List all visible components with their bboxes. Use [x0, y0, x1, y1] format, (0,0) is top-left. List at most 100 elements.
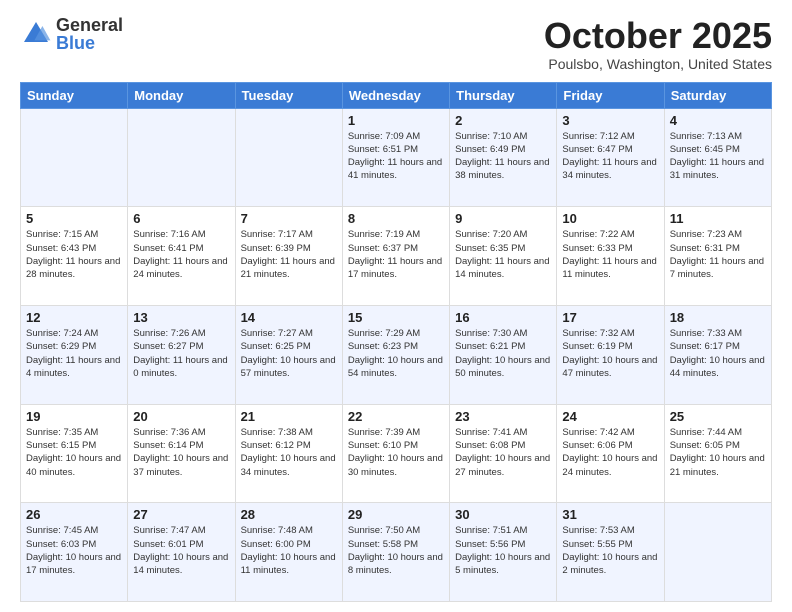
day-number: 5	[26, 211, 122, 226]
day-number: 30	[455, 507, 551, 522]
day-number: 26	[26, 507, 122, 522]
day-info: Sunrise: 7:53 AMSunset: 5:55 PMDaylight:…	[562, 524, 658, 577]
month-title: October 2025	[544, 16, 772, 56]
day-info: Sunrise: 7:44 AMSunset: 6:05 PMDaylight:…	[670, 426, 766, 479]
day-number: 1	[348, 113, 444, 128]
day-number: 3	[562, 113, 658, 128]
day-info: Sunrise: 7:29 AMSunset: 6:23 PMDaylight:…	[348, 327, 444, 380]
col-thursday: Thursday	[450, 82, 557, 108]
day-number: 10	[562, 211, 658, 226]
logo: General Blue	[20, 16, 123, 52]
day-number: 13	[133, 310, 229, 325]
calendar-cell: 28 Sunrise: 7:48 AMSunset: 6:00 PMDayligh…	[235, 503, 342, 602]
location: Poulsbo, Washington, United States	[544, 56, 772, 72]
calendar-cell: 20Sunrise: 7:36 AMSunset: 6:14 PMDayligh…	[128, 404, 235, 503]
day-number: 4	[670, 113, 766, 128]
day-info: Sunrise: 7:38 AMSunset: 6:12 PMDaylight:…	[241, 426, 337, 479]
day-number: 6	[133, 211, 229, 226]
day-info: Sunrise: 7:48 AMSunset: 6:00 PMDaylight:…	[241, 524, 337, 577]
day-number: 28	[241, 507, 337, 522]
day-info: Sunrise: 7:10 AMSunset: 6:49 PMDaylight:…	[455, 130, 551, 183]
day-info: Sunrise: 7:17 AMSunset: 6:39 PMDaylight:…	[241, 228, 337, 281]
day-number: 22	[348, 409, 444, 424]
col-tuesday: Tuesday	[235, 82, 342, 108]
calendar-cell: 17 Sunrise: 7:32 AMSunset: 6:19 PMDayligh…	[557, 305, 664, 404]
calendar-cell: 11 Sunrise: 7:23 AMSunset: 6:31 PMDayligh…	[664, 207, 771, 306]
day-number: 21	[241, 409, 337, 424]
day-info: Sunrise: 7:32 AMSunset: 6:19 PMDaylight:…	[562, 327, 658, 380]
day-number: 17	[562, 310, 658, 325]
calendar-cell: 1Sunrise: 7:09 AMSunset: 6:51 PMDaylight…	[342, 108, 449, 207]
title-block: October 2025 Poulsbo, Washington, United…	[544, 16, 772, 72]
day-info: Sunrise: 7:41 AMSunset: 6:08 PMDaylight:…	[455, 426, 551, 479]
day-info: Sunrise: 7:19 AMSunset: 6:37 PMDaylight:…	[348, 228, 444, 281]
calendar-cell	[21, 108, 128, 207]
calendar-week-1: 5 Sunrise: 7:15 AMSunset: 6:43 PMDaylight…	[21, 207, 772, 306]
day-number: 7	[241, 211, 337, 226]
day-info: Sunrise: 7:30 AMSunset: 6:21 PMDaylight:…	[455, 327, 551, 380]
calendar-cell: 22 Sunrise: 7:39 AMSunset: 6:10 PMDayligh…	[342, 404, 449, 503]
day-info: Sunrise: 7:47 AMSunset: 6:01 PMDaylight:…	[133, 524, 229, 577]
calendar-cell: 29Sunrise: 7:50 AMSunset: 5:58 PMDayligh…	[342, 503, 449, 602]
day-number: 16	[455, 310, 551, 325]
day-info: Sunrise: 7:23 AMSunset: 6:31 PMDaylight:…	[670, 228, 766, 281]
day-info: Sunrise: 7:27 AMSunset: 6:25 PMDaylight:…	[241, 327, 337, 380]
day-info: Sunrise: 7:20 AMSunset: 6:35 PMDaylight:…	[455, 228, 551, 281]
col-saturday: Saturday	[664, 82, 771, 108]
calendar-cell: 5 Sunrise: 7:15 AMSunset: 6:43 PMDaylight…	[21, 207, 128, 306]
day-number: 27	[133, 507, 229, 522]
calendar-cell: 13Sunrise: 7:26 AMSunset: 6:27 PMDayligh…	[128, 305, 235, 404]
calendar-cell: 27 Sunrise: 7:47 AMSunset: 6:01 PMDayligh…	[128, 503, 235, 602]
day-info: Sunrise: 7:15 AMSunset: 6:43 PMDaylight:…	[26, 228, 122, 281]
calendar-week-4: 26 Sunrise: 7:45 AMSunset: 6:03 PMDayligh…	[21, 503, 772, 602]
calendar-header-row: Sunday Monday Tuesday Wednesday Thursday…	[21, 82, 772, 108]
calendar-cell	[664, 503, 771, 602]
day-info: Sunrise: 7:39 AMSunset: 6:10 PMDaylight:…	[348, 426, 444, 479]
day-number: 25	[670, 409, 766, 424]
day-number: 31	[562, 507, 658, 522]
calendar-cell: 23 Sunrise: 7:41 AMSunset: 6:08 PMDayligh…	[450, 404, 557, 503]
calendar-cell	[235, 108, 342, 207]
calendar-cell: 3 Sunrise: 7:12 AMSunset: 6:47 PMDaylight…	[557, 108, 664, 207]
day-info: Sunrise: 7:16 AMSunset: 6:41 PMDaylight:…	[133, 228, 229, 281]
day-info: Sunrise: 7:12 AMSunset: 6:47 PMDaylight:…	[562, 130, 658, 183]
day-info: Sunrise: 7:33 AMSunset: 6:17 PMDaylight:…	[670, 327, 766, 380]
calendar-cell: 10 Sunrise: 7:22 AMSunset: 6:33 PMDayligh…	[557, 207, 664, 306]
calendar-cell: 4 Sunrise: 7:13 AMSunset: 6:45 PMDaylight…	[664, 108, 771, 207]
day-info: Sunrise: 7:36 AMSunset: 6:14 PMDaylight:…	[133, 426, 229, 479]
calendar-cell: 15 Sunrise: 7:29 AMSunset: 6:23 PMDayligh…	[342, 305, 449, 404]
day-number: 24	[562, 409, 658, 424]
day-number: 19	[26, 409, 122, 424]
day-info: Sunrise: 7:13 AMSunset: 6:45 PMDaylight:…	[670, 130, 766, 183]
logo-general: General	[56, 16, 123, 34]
day-info: Sunrise: 7:51 AMSunset: 5:56 PMDaylight:…	[455, 524, 551, 577]
day-number: 2	[455, 113, 551, 128]
logo-text: General Blue	[56, 16, 123, 52]
day-number: 9	[455, 211, 551, 226]
calendar-cell: 30 Sunrise: 7:51 AMSunset: 5:56 PMDayligh…	[450, 503, 557, 602]
calendar-cell: 25 Sunrise: 7:44 AMSunset: 6:05 PMDayligh…	[664, 404, 771, 503]
calendar-cell: 19 Sunrise: 7:35 AMSunset: 6:15 PMDayligh…	[21, 404, 128, 503]
col-friday: Friday	[557, 82, 664, 108]
day-number: 18	[670, 310, 766, 325]
day-number: 29	[348, 507, 444, 522]
calendar-cell: 12Sunrise: 7:24 AMSunset: 6:29 PMDayligh…	[21, 305, 128, 404]
calendar-cell: 31 Sunrise: 7:53 AMSunset: 5:55 PMDayligh…	[557, 503, 664, 602]
calendar-cell: 6 Sunrise: 7:16 AMSunset: 6:41 PMDaylight…	[128, 207, 235, 306]
calendar-week-2: 12Sunrise: 7:24 AMSunset: 6:29 PMDayligh…	[21, 305, 772, 404]
day-info: Sunrise: 7:45 AMSunset: 6:03 PMDaylight:…	[26, 524, 122, 577]
col-monday: Monday	[128, 82, 235, 108]
day-info: Sunrise: 7:35 AMSunset: 6:15 PMDaylight:…	[26, 426, 122, 479]
calendar-cell: 7 Sunrise: 7:17 AMSunset: 6:39 PMDaylight…	[235, 207, 342, 306]
day-info: Sunrise: 7:22 AMSunset: 6:33 PMDaylight:…	[562, 228, 658, 281]
day-info: Sunrise: 7:42 AMSunset: 6:06 PMDaylight:…	[562, 426, 658, 479]
page: General Blue October 2025 Poulsbo, Washi…	[0, 0, 792, 612]
day-number: 8	[348, 211, 444, 226]
calendar-cell: 21 Sunrise: 7:38 AMSunset: 6:12 PMDayligh…	[235, 404, 342, 503]
header: General Blue October 2025 Poulsbo, Washi…	[20, 16, 772, 72]
col-sunday: Sunday	[21, 82, 128, 108]
day-number: 11	[670, 211, 766, 226]
day-number: 15	[348, 310, 444, 325]
calendar-cell: 2 Sunrise: 7:10 AMSunset: 6:49 PMDaylight…	[450, 108, 557, 207]
day-number: 23	[455, 409, 551, 424]
